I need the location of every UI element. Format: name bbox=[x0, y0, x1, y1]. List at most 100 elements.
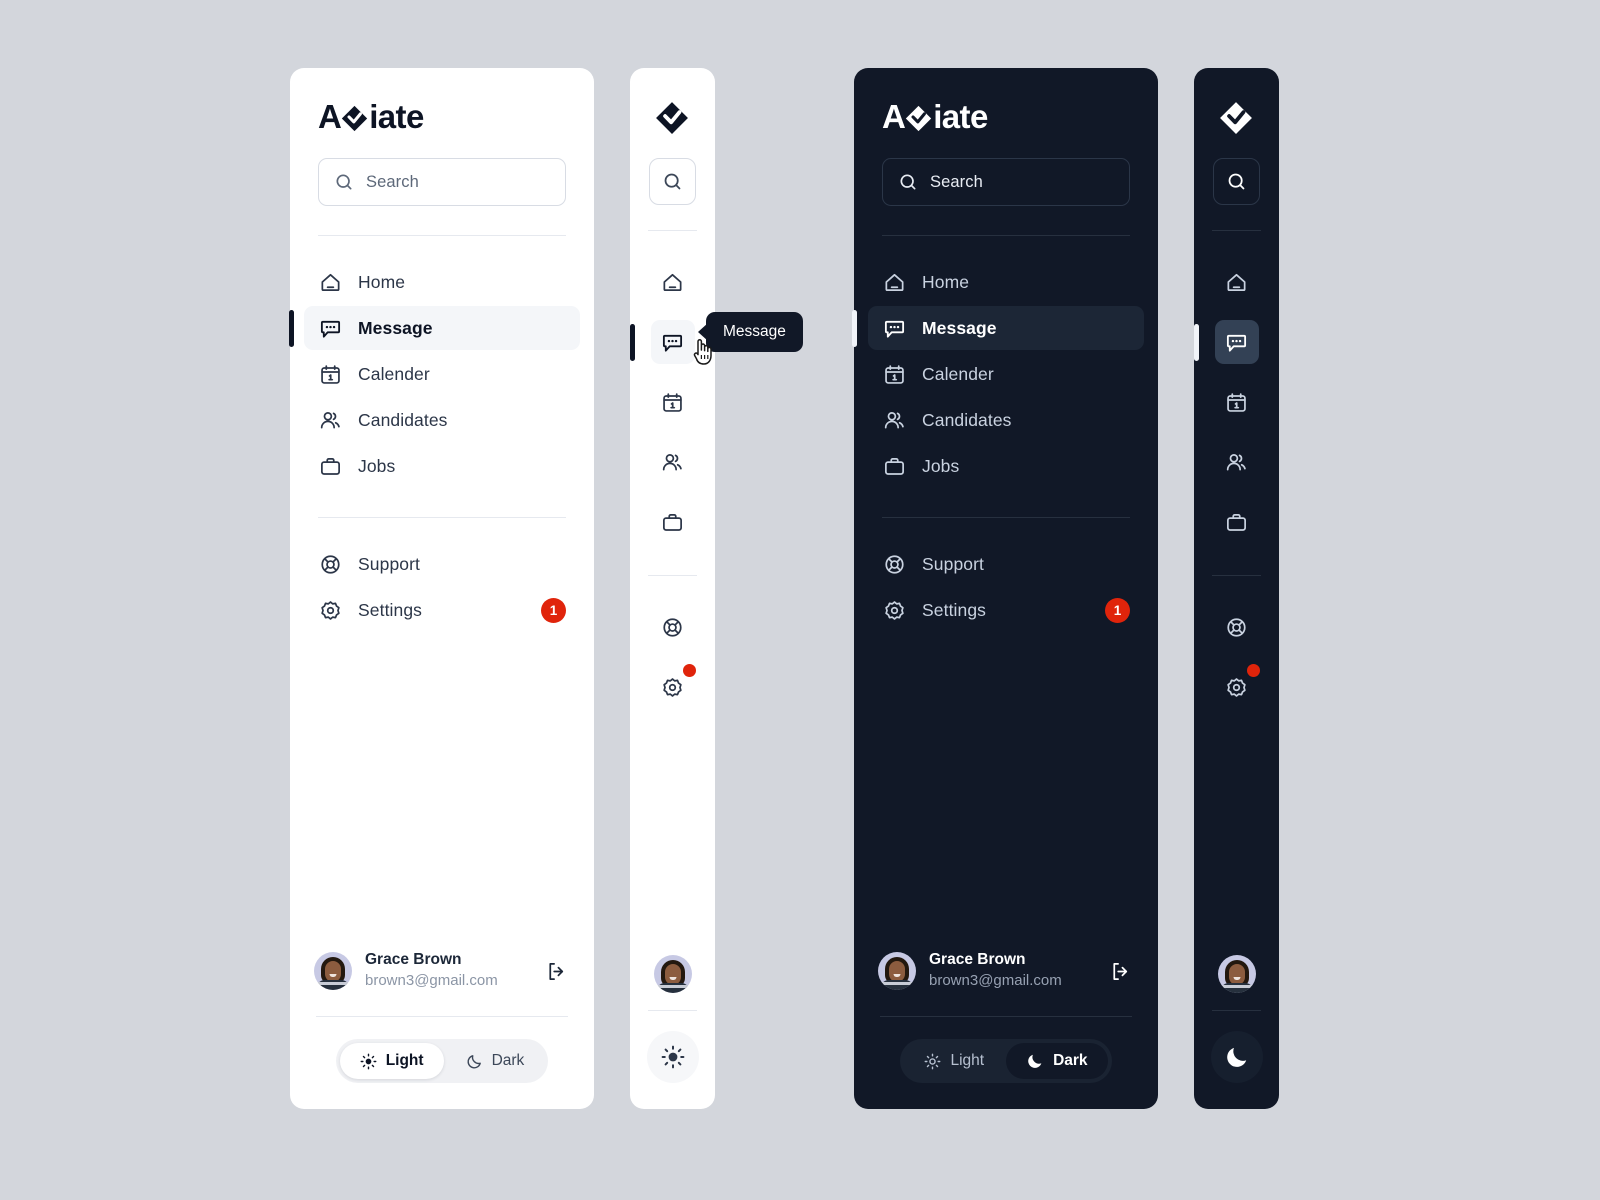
screenshot-stage: A iate Search Home Message Calender Cand… bbox=[0, 0, 1600, 1200]
diamond-check-logo-icon[interactable] bbox=[1219, 101, 1253, 135]
sidebar-expanded-dark: A iate Search Home Message Calender Cand… bbox=[852, 68, 1158, 1109]
theme-toggle-container-collapsed bbox=[1194, 1011, 1279, 1109]
calendar-icon bbox=[882, 362, 906, 386]
theme-toggle-light[interactable]: Light bbox=[904, 1043, 1004, 1079]
nav-primary: Home Message Calender Candidates Jobs bbox=[289, 236, 594, 488]
sidebar-item-home[interactable]: Home bbox=[868, 260, 1144, 304]
brand-wordmark[interactable]: A iate bbox=[882, 98, 1130, 136]
message-icon bbox=[882, 316, 906, 340]
sidebar-item-message[interactable]: Message bbox=[852, 306, 1144, 350]
theme-toggle[interactable]: Light Dark bbox=[900, 1039, 1112, 1083]
user-profile-collapsed[interactable] bbox=[630, 955, 715, 993]
sidebar-item-candidates[interactable] bbox=[651, 440, 695, 484]
sidebar-expanded-light: A iate Search Home Message Calender Cand… bbox=[289, 68, 594, 1109]
brand-wordmark[interactable]: A iate bbox=[318, 98, 566, 136]
logout-icon[interactable] bbox=[545, 960, 568, 983]
sidebar-item-settings[interactable]: Settings 1 bbox=[304, 588, 580, 632]
theme-toggle[interactable]: Light Dark bbox=[335, 1039, 549, 1083]
users-icon bbox=[882, 408, 906, 432]
search-container-collapsed bbox=[630, 134, 715, 205]
sidebar-item-candidates[interactable]: Candidates bbox=[868, 398, 1144, 442]
sidebar-item-support[interactable]: Support bbox=[304, 542, 580, 586]
brand-logo-row-collapsed bbox=[1194, 68, 1279, 134]
theme-toggle-dark[interactable]: Dark bbox=[446, 1043, 545, 1079]
nav-primary-collapsed bbox=[629, 231, 715, 550]
search-placeholder: Search bbox=[366, 172, 419, 191]
sun-icon bbox=[360, 1053, 377, 1070]
sidebar-item-jobs[interactable]: Jobs bbox=[304, 444, 580, 488]
sidebar-item-calender[interactable]: Calender bbox=[304, 352, 580, 396]
brand-logo-row: A iate bbox=[854, 68, 1158, 136]
theme-toggle-light[interactable]: Light bbox=[339, 1043, 444, 1079]
briefcase-icon bbox=[318, 454, 342, 478]
brand-logo-row-collapsed bbox=[630, 68, 715, 134]
sidebar-item-support[interactable]: Support bbox=[868, 542, 1144, 586]
sidebar-item-settings[interactable] bbox=[1215, 664, 1260, 709]
search-icon bbox=[898, 172, 918, 192]
status-dot bbox=[682, 664, 696, 677]
message-icon bbox=[318, 316, 342, 340]
theme-toggle-dark-label: Dark bbox=[491, 1052, 525, 1069]
user-profile[interactable]: Grace Brown brown3@gmail.com bbox=[854, 943, 1158, 999]
sidebar-item-settings[interactable]: Settings 1 bbox=[868, 588, 1144, 632]
users-icon bbox=[662, 453, 682, 470]
lifebuoy-icon bbox=[663, 617, 682, 637]
moon-icon bbox=[1224, 1044, 1250, 1070]
sidebar-item-jobs[interactable] bbox=[1215, 500, 1259, 544]
diamond-check-logo-icon bbox=[341, 105, 368, 132]
sidebar-item-jobs[interactable]: Jobs bbox=[868, 444, 1144, 488]
sidebar-item-support[interactable] bbox=[651, 605, 695, 649]
user-profile[interactable]: Grace Brown brown3@gmail.com bbox=[290, 943, 594, 999]
logout-icon[interactable] bbox=[1109, 960, 1132, 983]
lifebuoy-icon bbox=[882, 552, 906, 576]
users-icon bbox=[1226, 453, 1246, 470]
home-icon bbox=[318, 270, 342, 294]
search-input[interactable]: Search bbox=[318, 158, 566, 206]
message-icon bbox=[1226, 334, 1247, 352]
sidebar-item-message[interactable] bbox=[629, 320, 695, 364]
diamond-check-logo-icon bbox=[905, 105, 932, 132]
sidebar-item-message[interactable] bbox=[1193, 320, 1259, 364]
theme-toggle-button[interactable] bbox=[646, 1031, 699, 1083]
profile-name: Grace Brown bbox=[365, 951, 462, 969]
profile-name: Grace Brown bbox=[929, 951, 1026, 969]
sidebar-item-label: Support bbox=[922, 553, 984, 574]
sidebar-item-label: Support bbox=[358, 553, 420, 574]
profile-email: brown3@gmail.com bbox=[365, 972, 498, 990]
diamond-check-logo-icon[interactable] bbox=[655, 101, 689, 135]
wordmark-suffix: iate bbox=[933, 98, 988, 135]
nav-secondary-collapsed bbox=[630, 576, 715, 715]
search-input[interactable]: Search bbox=[882, 158, 1130, 206]
theme-toggle-container: Light Dark bbox=[854, 1017, 1158, 1109]
sidebar-item-label: Jobs bbox=[358, 455, 396, 476]
wordmark-suffix: iate bbox=[369, 98, 424, 135]
sidebar-item-calender[interactable] bbox=[651, 380, 695, 424]
user-profile-collapsed[interactable] bbox=[1194, 955, 1279, 993]
theme-toggle-button[interactable] bbox=[1210, 1031, 1263, 1083]
sidebar-item-home[interactable] bbox=[651, 260, 695, 304]
profile-email: brown3@gmail.com bbox=[929, 972, 1062, 990]
search-button[interactable] bbox=[649, 158, 696, 205]
sidebar-item-home[interactable] bbox=[1215, 260, 1259, 304]
sidebar-item-label: Settings bbox=[922, 599, 987, 620]
calendar-icon bbox=[318, 362, 342, 386]
users-icon bbox=[318, 408, 342, 432]
theme-toggle-dark[interactable]: Dark bbox=[1006, 1043, 1108, 1079]
sidebar-item-label: Jobs bbox=[922, 455, 960, 476]
sidebar-item-settings[interactable] bbox=[651, 664, 696, 709]
sidebar-item-jobs[interactable] bbox=[651, 500, 695, 544]
avatar bbox=[878, 952, 916, 990]
sidebar-item-message[interactable]: Message bbox=[289, 306, 580, 350]
theme-toggle-light-label: Light bbox=[385, 1052, 424, 1069]
search-button[interactable] bbox=[1213, 158, 1260, 205]
sidebar-item-support[interactable] bbox=[1215, 605, 1259, 649]
sidebar-item-candidates[interactable]: Candidates bbox=[304, 398, 580, 442]
sidebar-item-home[interactable]: Home bbox=[304, 260, 580, 304]
sidebar-item-calender[interactable] bbox=[1215, 380, 1259, 424]
briefcase-icon bbox=[663, 513, 682, 531]
sidebar-item-calender[interactable]: Calender bbox=[868, 352, 1144, 396]
sidebar-item-candidates[interactable] bbox=[1215, 440, 1259, 484]
